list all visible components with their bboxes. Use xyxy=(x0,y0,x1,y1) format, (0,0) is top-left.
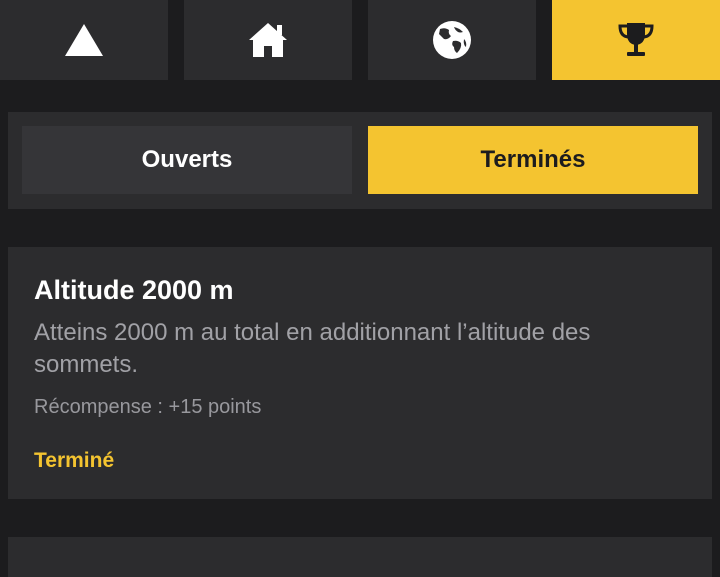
mountain-icon xyxy=(64,23,104,57)
challenge-description: Atteins 2000 m au total en additionnant … xyxy=(34,319,591,378)
challenge-card[interactable]: Altitude 2000 m Atteins 2000 m au total … xyxy=(8,247,712,499)
challenge-card-next[interactable] xyxy=(8,537,712,577)
tab-bar xyxy=(0,0,720,96)
trophy-icon xyxy=(616,20,656,60)
filter-completed-button[interactable]: Terminés xyxy=(368,126,698,194)
tab-map[interactable] xyxy=(368,0,536,80)
tab-summits[interactable] xyxy=(0,0,168,80)
filter-open-button[interactable]: Ouverts xyxy=(22,126,352,194)
home-icon xyxy=(247,21,289,59)
challenge-title: Altitude 2000 m xyxy=(34,275,234,305)
status-filter: Ouverts Terminés xyxy=(8,112,712,209)
tab-home[interactable] xyxy=(184,0,352,80)
challenge-reward: Récompense : +15 points xyxy=(34,396,262,418)
challenge-status: Terminé xyxy=(34,449,115,472)
globe-icon xyxy=(432,20,472,60)
tab-challenges[interactable] xyxy=(552,0,720,80)
